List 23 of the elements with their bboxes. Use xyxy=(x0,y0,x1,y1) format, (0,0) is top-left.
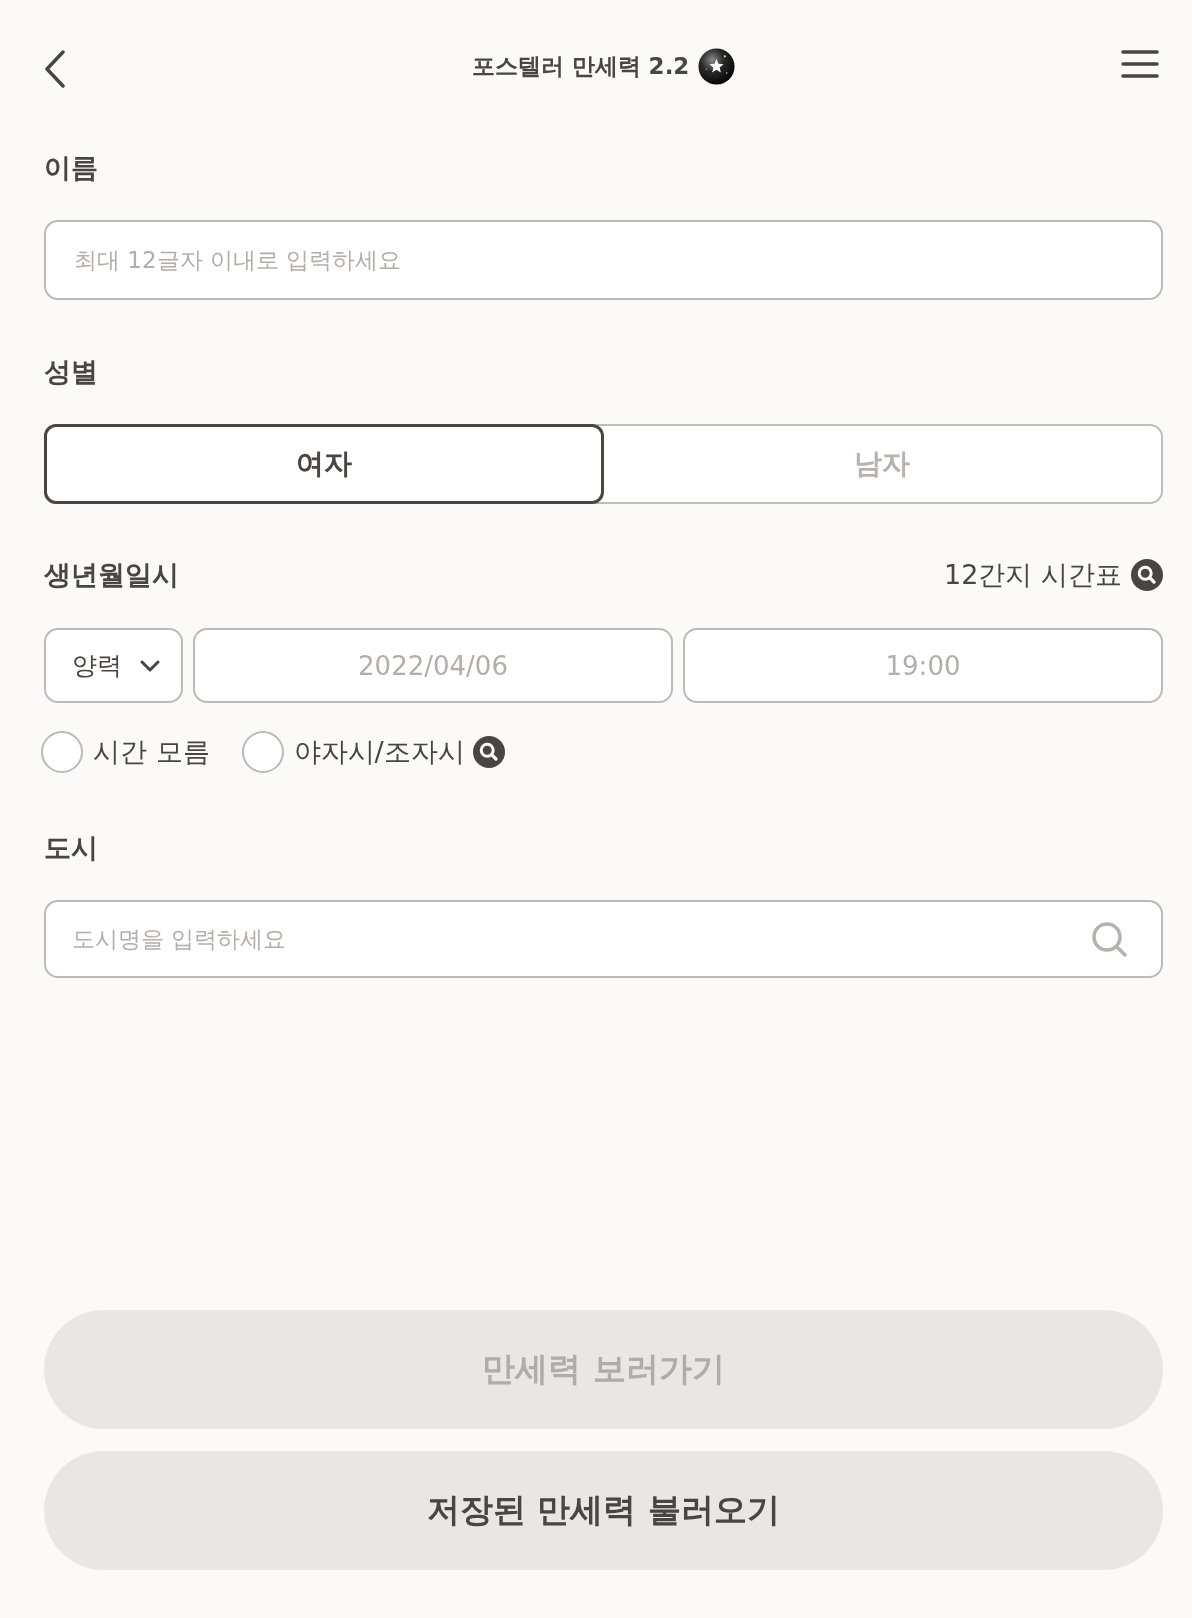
caret-down-icon xyxy=(139,659,160,672)
star-orb-icon xyxy=(698,47,736,85)
section-label: 도시 xyxy=(44,831,98,865)
time-field[interactable]: 19:00 xyxy=(683,628,1163,703)
section-label: 생년월일시 xyxy=(44,558,179,592)
search-icon[interactable] xyxy=(1131,559,1163,591)
back-icon[interactable] xyxy=(44,50,66,88)
timetable-link[interactable]: 12간지 시간표 xyxy=(944,557,1163,593)
gender-tab[interactable]: 여자 xyxy=(44,424,604,504)
section-label: 이름 xyxy=(44,151,98,185)
menu-icon[interactable] xyxy=(1121,49,1159,79)
section-label: 성별 xyxy=(44,355,98,389)
radio-label: 시간 모름 xyxy=(93,735,210,769)
city-field[interactable]: 도시명을 입력하세요 xyxy=(44,900,1163,978)
date-field[interactable]: 2022/04/06 xyxy=(193,628,673,703)
name-field[interactable]: 최대 12글자 이내로 입력하세요 xyxy=(44,220,1163,300)
calendar-select[interactable]: 양력 xyxy=(44,628,183,703)
radio-button[interactable] xyxy=(41,731,83,773)
search-icon[interactable] xyxy=(472,736,505,768)
radio-label: 야자시/조자시 xyxy=(293,735,465,769)
radio-button[interactable] xyxy=(241,731,284,773)
load-button[interactable]: 저장된 만세력 불러오기 xyxy=(44,1451,1163,1570)
app-title: 포스텔러 만세력 2.2 xyxy=(471,52,690,81)
